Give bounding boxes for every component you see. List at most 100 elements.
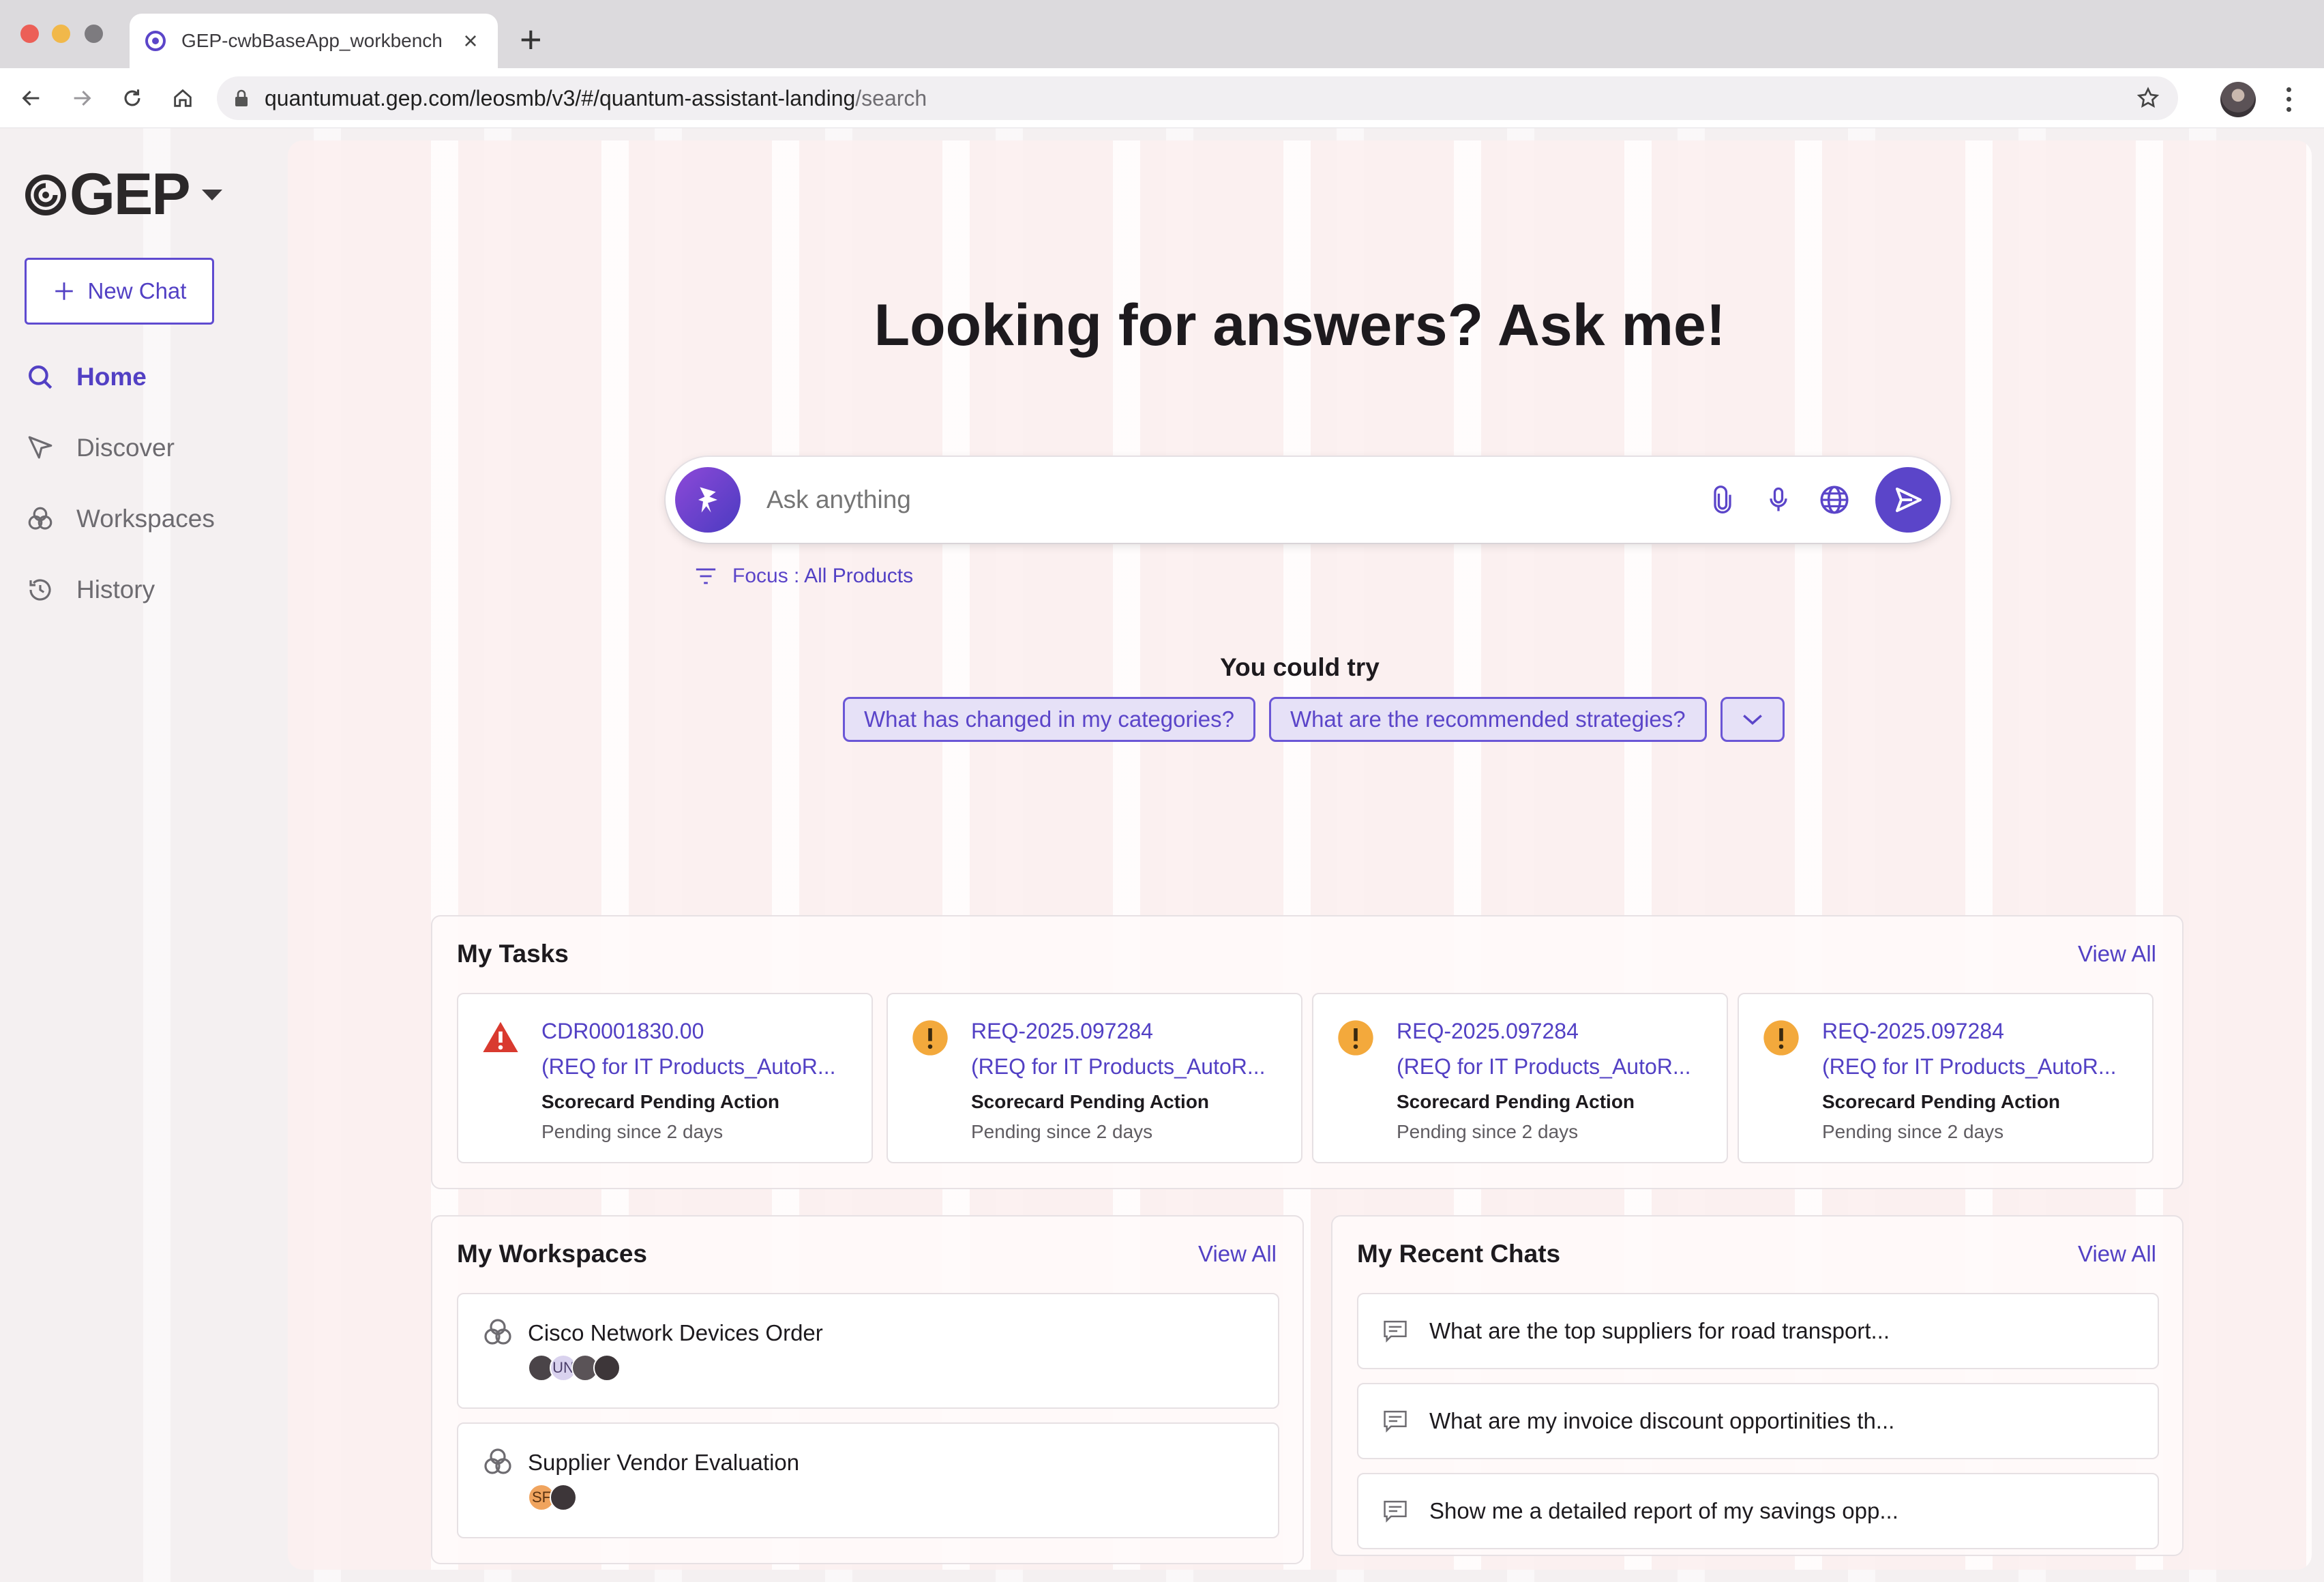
error-triangle-icon bbox=[483, 1021, 518, 1052]
url-path: /search bbox=[855, 85, 927, 110]
assistant-avatar-icon bbox=[675, 467, 741, 533]
task-desc: (REQ for IT Products_AutoR... bbox=[541, 1054, 836, 1079]
sidebar-item-workspaces[interactable]: Workspaces bbox=[25, 503, 215, 535]
focus-filter[interactable]: Focus : All Products bbox=[694, 565, 913, 588]
logo-text: GEP bbox=[70, 162, 191, 227]
task-status: Scorecard Pending Action bbox=[971, 1091, 1210, 1112]
sidebar-item-discover[interactable]: Discover bbox=[25, 432, 175, 464]
task-since: Pending since 2 days bbox=[971, 1121, 1153, 1142]
logo-dropdown-caret-icon[interactable] bbox=[201, 189, 222, 200]
attach-paperclip-icon[interactable] bbox=[1702, 479, 1743, 520]
task-status: Scorecard Pending Action bbox=[1822, 1091, 2061, 1112]
chat-bubble-icon bbox=[1380, 1316, 1410, 1346]
sidebar-item-label: Home bbox=[76, 363, 147, 391]
minimize-window-button[interactable] bbox=[52, 25, 70, 43]
suggestion-chip[interactable]: What has changed in my categories? bbox=[843, 697, 1255, 742]
suggestions-title: You could try bbox=[1220, 653, 1380, 681]
chat-bubble-icon bbox=[1380, 1496, 1410, 1526]
tab-close-icon[interactable]: × bbox=[458, 29, 483, 53]
gep-logo[interactable]: GEP bbox=[25, 161, 222, 228]
browser-profile-avatar[interactable] bbox=[2220, 82, 2256, 117]
tasks-view-all-link[interactable]: View All bbox=[2078, 941, 2156, 967]
microphone-icon[interactable] bbox=[1758, 479, 1799, 520]
workspace-members: SF bbox=[528, 1484, 577, 1511]
new-chat-button[interactable]: New Chat bbox=[25, 258, 214, 325]
send-icon bbox=[1896, 488, 1922, 512]
avatar bbox=[550, 1484, 577, 1511]
my-workspaces-title: My Workspaces bbox=[457, 1240, 647, 1268]
more-suggestions-button[interactable] bbox=[1720, 697, 1785, 742]
sidebar-item-home[interactable]: Home bbox=[25, 361, 147, 393]
workspace-name: Supplier Vendor Evaluation bbox=[528, 1450, 800, 1475]
task-id: CDR0001830.00 bbox=[541, 1019, 704, 1043]
sidebar-item-history[interactable]: History bbox=[25, 574, 155, 606]
url-text: quantumuat.gep.com/leosmb/v3/#/quantum-a… bbox=[265, 86, 927, 111]
browser-tab-active[interactable]: GEP-cwbBaseApp_workbench × bbox=[130, 14, 498, 68]
task-card[interactable]: REQ-2025.097284 (REQ for IT Products_Aut… bbox=[1738, 993, 2154, 1163]
page-title: Looking for answers? Ask me! bbox=[874, 293, 1726, 358]
recent-chat-item[interactable]: What are my invoice discount opportiniti… bbox=[1357, 1383, 2159, 1459]
focus-value: All Products bbox=[804, 565, 914, 587]
filter-icon bbox=[696, 568, 716, 584]
my-tasks-card: My Tasks View All CDR0001830.00 (REQ for… bbox=[431, 915, 2184, 1189]
sidebar-item-label: Discover bbox=[76, 434, 175, 462]
send-arrow-icon bbox=[25, 432, 56, 464]
workspace-name: Cisco Network Devices Order bbox=[528, 1320, 823, 1345]
task-desc: (REQ for IT Products_AutoR... bbox=[971, 1054, 1266, 1079]
workspaces-icon bbox=[484, 1448, 511, 1474]
task-card[interactable]: REQ-2025.097284 (REQ for IT Products_Aut… bbox=[887, 993, 1302, 1163]
browser-menu-icon[interactable] bbox=[2282, 85, 2295, 115]
recent-chat-text: Show me a detailed report of my savings … bbox=[1429, 1498, 1898, 1523]
my-workspaces-card: My Workspaces View All Cisco Network Dev… bbox=[431, 1215, 1304, 1564]
gep-favicon-icon bbox=[145, 31, 166, 51]
close-window-button[interactable] bbox=[20, 25, 39, 43]
workspace-item[interactable]: Supplier Vendor Evaluation SF bbox=[457, 1422, 1279, 1538]
workspaces-view-all-link[interactable]: View All bbox=[1198, 1241, 1277, 1267]
task-since: Pending since 2 days bbox=[541, 1121, 724, 1142]
task-card[interactable]: CDR0001830.00 (REQ for IT Products_AutoR… bbox=[457, 993, 873, 1163]
task-desc: (REQ for IT Products_AutoR... bbox=[1822, 1054, 2117, 1079]
focus-label: Focus : bbox=[732, 565, 800, 587]
workspace-item[interactable]: Cisco Network Devices Order UN bbox=[457, 1293, 1279, 1409]
maximize-window-button[interactable] bbox=[85, 25, 103, 43]
task-since: Pending since 2 days bbox=[1822, 1121, 2004, 1142]
recent-chat-text: What are my invoice discount opportiniti… bbox=[1429, 1408, 1895, 1433]
task-status: Scorecard Pending Action bbox=[1397, 1091, 1635, 1112]
recent-chat-item[interactable]: Show me a detailed report of my savings … bbox=[1357, 1473, 2159, 1549]
home-icon[interactable] bbox=[168, 83, 198, 113]
send-button[interactable] bbox=[1875, 467, 1941, 533]
app-area: GEP New Chat Home Discover Workspaces Hi… bbox=[0, 128, 2324, 1582]
my-recent-chats-card: My Recent Chats View All What are the to… bbox=[1331, 1215, 2184, 1556]
workspaces-icon bbox=[484, 1319, 511, 1345]
new-tab-button[interactable]: + bbox=[520, 16, 542, 63]
avatar bbox=[593, 1354, 621, 1382]
suggestion-chip[interactable]: What are the recommended strategies? bbox=[1268, 697, 1707, 742]
chats-view-all-link[interactable]: View All bbox=[2078, 1241, 2156, 1267]
chevron-down-icon bbox=[1742, 715, 1762, 725]
bookmark-star-icon[interactable] bbox=[2136, 86, 2160, 110]
back-arrow-icon[interactable] bbox=[16, 83, 46, 113]
tab-title: GEP-cwbBaseApp_workbench bbox=[181, 30, 443, 51]
recent-chat-item[interactable]: What are the top suppliers for road tran… bbox=[1357, 1293, 2159, 1369]
search-icon bbox=[25, 361, 56, 393]
reload-icon[interactable] bbox=[117, 83, 147, 113]
task-id: REQ-2025.097284 bbox=[1397, 1019, 1579, 1043]
plus-icon bbox=[55, 282, 73, 300]
address-bar[interactable]: quantumuat.gep.com/leosmb/v3/#/quantum-a… bbox=[217, 76, 2178, 120]
ask-input[interactable] bbox=[766, 486, 1702, 514]
sidebar: GEP New Chat Home Discover Workspaces Hi… bbox=[0, 128, 286, 1582]
warning-circle-icon bbox=[1338, 1020, 1373, 1056]
globe-icon[interactable] bbox=[1814, 479, 1855, 520]
task-status: Scorecard Pending Action bbox=[541, 1091, 780, 1112]
task-card[interactable]: REQ-2025.097284 (REQ for IT Products_Aut… bbox=[1312, 993, 1728, 1163]
browser-toolbar: quantumuat.gep.com/leosmb/v3/#/quantum-a… bbox=[0, 68, 2324, 128]
chat-bubble-icon bbox=[1380, 1406, 1410, 1436]
workspaces-icon bbox=[25, 503, 56, 535]
task-id: REQ-2025.097284 bbox=[1822, 1019, 2004, 1043]
my-tasks-title: My Tasks bbox=[457, 940, 569, 968]
sidebar-item-label: History bbox=[76, 576, 155, 603]
new-chat-label: New Chat bbox=[87, 278, 187, 303]
history-icon bbox=[25, 574, 56, 606]
forward-arrow-icon[interactable] bbox=[67, 83, 97, 113]
sidebar-item-label: Workspaces bbox=[76, 505, 215, 533]
